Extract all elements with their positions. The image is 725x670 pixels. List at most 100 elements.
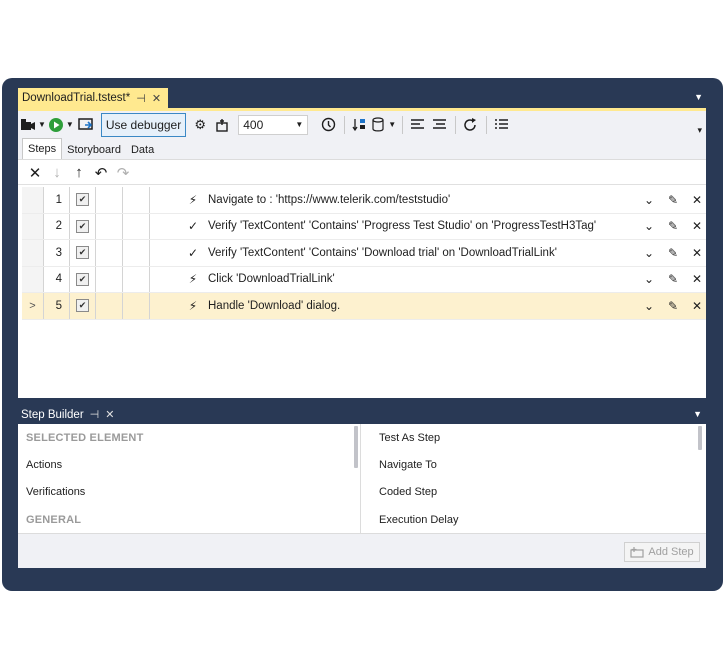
step-number: 3 bbox=[44, 240, 70, 266]
category-verifications[interactable]: Verifications bbox=[18, 479, 360, 506]
delay-combo-value: 400 bbox=[243, 117, 264, 132]
step-delay-icon[interactable] bbox=[212, 115, 232, 135]
step-enabled-checkbox[interactable]: ✔ bbox=[76, 246, 89, 260]
step-description: Verify 'TextContent' 'Contains' 'Progres… bbox=[208, 220, 597, 233]
redo-icon[interactable]: ↷ bbox=[112, 163, 134, 183]
option-execution-delay[interactable]: Execution Delay bbox=[362, 506, 706, 533]
close-icon[interactable]: ✕ bbox=[692, 246, 702, 260]
close-icon[interactable]: ✕ bbox=[692, 193, 702, 207]
table-row-selected[interactable]: > 5 ✔ ⚡ Handle 'Download' dialog. ⌄ ✎ ✕ bbox=[22, 293, 706, 320]
pencil-icon[interactable]: ✎ bbox=[668, 246, 678, 260]
undo-icon[interactable]: ↶ bbox=[90, 163, 112, 183]
row-selector[interactable] bbox=[22, 266, 44, 292]
step-number: 4 bbox=[44, 266, 70, 292]
tab-data[interactable]: Data bbox=[126, 140, 159, 159]
move-up-icon[interactable]: ↑ bbox=[68, 163, 90, 183]
toolbar-separator bbox=[402, 115, 404, 134]
delete-icon[interactable]: ✕ bbox=[24, 163, 46, 183]
category-actions[interactable]: Actions bbox=[18, 451, 360, 478]
step-enabled-checkbox[interactable]: ✔ bbox=[76, 193, 89, 207]
step-description: Handle 'Download' dialog. bbox=[208, 299, 341, 312]
step-enabled-checkbox[interactable]: ✔ bbox=[76, 272, 89, 286]
align-center-icon[interactable] bbox=[429, 115, 449, 135]
pin-icon[interactable]: ⊣ bbox=[136, 92, 146, 105]
window-menu-dropdown-icon[interactable]: ▼ bbox=[694, 92, 703, 102]
run-icon[interactable]: ▼ bbox=[48, 115, 74, 135]
pin-icon[interactable]: ⊣ bbox=[90, 408, 100, 421]
database-icon[interactable]: ▼ bbox=[371, 115, 396, 135]
editor-tabs: Steps Storyboard Data bbox=[18, 138, 706, 160]
step-enabled-checkbox[interactable]: ✔ bbox=[76, 299, 89, 313]
category-heading-selected-element: SELECTED ELEMENT bbox=[26, 431, 144, 444]
close-icon[interactable]: ✕ bbox=[692, 219, 702, 233]
tab-storyboard[interactable]: Storyboard bbox=[62, 140, 126, 159]
row-selector[interactable] bbox=[22, 213, 44, 239]
table-row[interactable]: 4 ✔ ⚡ Click 'DownloadTrialLink' ⌄ ✎ ✕ bbox=[22, 266, 706, 293]
row-selector[interactable]: > bbox=[22, 293, 44, 319]
add-step-label: Add Step bbox=[648, 546, 694, 558]
panel-menu-dropdown-icon[interactable]: ▼ bbox=[693, 409, 702, 419]
chevron-down-icon[interactable]: ⌄ bbox=[644, 272, 654, 286]
tab-steps[interactable]: Steps bbox=[22, 138, 63, 159]
step-builder-header: Step Builder ⊣ ✕ ▼ bbox=[18, 405, 706, 424]
refresh-icon[interactable] bbox=[460, 115, 480, 135]
action-step-icon: ⚡ bbox=[188, 298, 198, 313]
align-left-icon[interactable] bbox=[407, 115, 427, 135]
toolbar-separator bbox=[455, 115, 457, 134]
step-builder-tab[interactable]: Step Builder ⊣ ✕ bbox=[18, 405, 120, 424]
option-navigate-to[interactable]: Navigate To bbox=[362, 451, 706, 478]
gear-icon[interactable]: ⚙ bbox=[190, 115, 210, 135]
step-builder-title: Step Builder bbox=[21, 408, 84, 421]
step-description: Navigate to : 'https://www.telerik.com/t… bbox=[208, 193, 451, 206]
add-step-icon bbox=[630, 547, 644, 558]
verification-step-icon: ✓ bbox=[187, 245, 199, 260]
document-tab-title: DownloadTrial.tstest* bbox=[22, 92, 131, 104]
step-builder-categories: SELECTED ELEMENT Actions Verifications G… bbox=[18, 424, 361, 533]
toolbar-separator bbox=[486, 115, 488, 134]
chevron-down-icon[interactable]: ⌄ bbox=[644, 299, 654, 313]
toolbar-separator bbox=[344, 115, 346, 134]
close-icon[interactable]: ✕ bbox=[152, 92, 161, 105]
step-builder-options: Test As Step Navigate To Coded Step Exec… bbox=[362, 424, 706, 533]
use-debugger-toggle[interactable]: Use debugger bbox=[100, 112, 187, 137]
pencil-icon[interactable]: ✎ bbox=[668, 272, 678, 286]
chevron-down-icon[interactable]: ⌄ bbox=[644, 246, 654, 260]
timer-icon[interactable] bbox=[318, 115, 338, 135]
sort-icon[interactable] bbox=[349, 115, 369, 135]
test-toolbar: ▼ ▼ Use debugger ⚙ 400 ▼ ▼ ▾ bbox=[18, 111, 706, 138]
chevron-down-icon: ▼ bbox=[295, 120, 304, 129]
chevron-down-icon[interactable]: ⌄ bbox=[644, 193, 654, 207]
add-step-button[interactable]: Add Step bbox=[624, 542, 700, 562]
table-row[interactable]: 3 ✔ ✓ Verify 'TextContent' 'Contains' 'D… bbox=[22, 240, 706, 267]
row-selector[interactable] bbox=[22, 187, 44, 213]
action-step-icon: ⚡ bbox=[188, 272, 198, 287]
option-test-as-step[interactable]: Test As Step bbox=[362, 424, 706, 451]
close-icon[interactable]: ✕ bbox=[692, 299, 702, 313]
document-tab[interactable]: DownloadTrial.tstest* ⊣ ✕ bbox=[18, 88, 168, 108]
list-view-icon[interactable] bbox=[491, 115, 511, 135]
step-number: 5 bbox=[44, 293, 70, 319]
option-coded-step[interactable]: Coded Step bbox=[362, 479, 706, 506]
table-row[interactable]: 1 ✔ ⚡ Navigate to : 'https://www.telerik… bbox=[22, 187, 706, 214]
test-editor-panel: ▼ ▼ Use debugger ⚙ 400 ▼ ▼ ▾ Steps Story… bbox=[18, 108, 706, 398]
table-row[interactable]: 2 ✔ ✓ Verify 'TextContent' 'Contains' 'P… bbox=[22, 213, 706, 240]
step-description: Click 'DownloadTrialLink' bbox=[208, 273, 335, 286]
pencil-icon[interactable]: ✎ bbox=[668, 219, 678, 233]
close-icon[interactable]: ✕ bbox=[105, 408, 114, 421]
move-down-icon[interactable]: ↓ bbox=[46, 163, 68, 183]
step-number: 1 bbox=[44, 187, 70, 213]
pencil-icon[interactable]: ✎ bbox=[668, 193, 678, 207]
scrollbar-thumb[interactable] bbox=[354, 426, 358, 468]
step-enabled-checkbox[interactable]: ✔ bbox=[76, 219, 89, 233]
toolbar-overflow-icon[interactable]: ▾ bbox=[697, 125, 702, 136]
row-selector[interactable] bbox=[22, 240, 44, 266]
scrollbar-thumb[interactable] bbox=[698, 426, 702, 450]
chevron-down-icon[interactable]: ⌄ bbox=[644, 219, 654, 233]
run-to-here-icon[interactable] bbox=[76, 115, 96, 135]
pencil-icon[interactable]: ✎ bbox=[668, 299, 678, 313]
record-icon[interactable]: ▼ bbox=[20, 115, 46, 135]
close-icon[interactable]: ✕ bbox=[692, 272, 702, 286]
delay-combo[interactable]: 400 ▼ bbox=[238, 114, 309, 135]
step-builder-footer: Add Step bbox=[18, 533, 706, 568]
step-number: 2 bbox=[44, 213, 70, 239]
